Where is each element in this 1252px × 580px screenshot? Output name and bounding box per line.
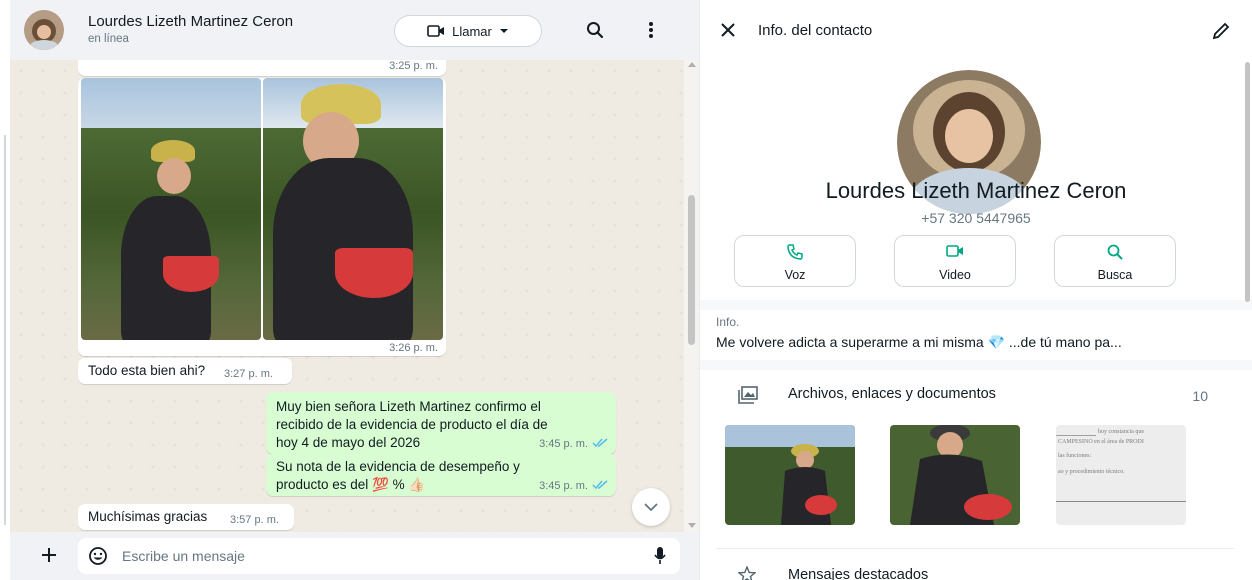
message-time: 3:27 p. m. (224, 368, 273, 380)
message-time: 3:57 p. m. (230, 514, 279, 526)
video-call-button[interactable]: Video (894, 235, 1016, 287)
message-composer (10, 532, 699, 580)
video-icon (427, 25, 445, 37)
edit-icon[interactable] (1212, 22, 1230, 40)
contact-info-title: Info. del contacto (758, 22, 873, 39)
message-text: Todo esta bien ahi? (88, 363, 206, 378)
message-text-line: Su nota de la evidencia de desempeño y (276, 459, 520, 474)
chat-scrollbar[interactable] (684, 60, 699, 532)
menu-icon[interactable] (639, 18, 663, 42)
video-icon (946, 245, 963, 257)
doc-preview-line: hoy constancia que (1098, 429, 1144, 435)
contact-info-header: Info. del contacto (700, 0, 1252, 60)
message-time: 3:26 p. m. (389, 342, 438, 354)
message-time: 3:45 p. m. (539, 480, 588, 492)
close-icon[interactable] (721, 23, 735, 37)
call-button-label: Llamar (452, 23, 492, 39)
doc-preview-line: CAMPESINO en el área de PRODI (1058, 439, 1144, 445)
contact-full-name: Lourdes Lizeth Martinez Ceron (825, 178, 1127, 203)
message-bubble-out[interactable]: Su nota de la evidencia de desempeño y p… (266, 454, 616, 496)
chat-pane: Lourdes Lizeth Martinez Ceron en línea L… (0, 0, 700, 580)
message-text-line: recibido de la evidencia de producto el … (276, 417, 548, 432)
search-icon[interactable] (583, 18, 607, 42)
section-divider (700, 360, 1252, 370)
message-photo-2[interactable] (263, 78, 443, 340)
files-links-docs-row[interactable]: Archivos, enlaces y documentos 10 (700, 376, 1252, 414)
read-ticks-icon (592, 480, 608, 490)
message-list[interactable]: 3:25 p. m. 3:26 p. m. Todo esta bien ahi… (10, 60, 684, 532)
voice-call-label: Voz (784, 268, 806, 282)
message-text-line: Muy bien señora Lizeth Martinez confirmo… (276, 399, 541, 414)
chevron-down-icon (644, 503, 658, 511)
about-label: Info. (716, 315, 740, 329)
search-icon (1107, 244, 1123, 260)
contact-status: en línea (88, 33, 129, 45)
left-scrollbar[interactable] (0, 0, 10, 580)
doc-preview-line: ao y procedimiento técnico. (1058, 469, 1125, 475)
chat-header[interactable]: Lourdes Lizeth Martinez Ceron en línea L… (10, 0, 699, 60)
avatar[interactable] (24, 10, 64, 50)
chevron-down-icon (499, 29, 508, 33)
star-icon (738, 566, 756, 580)
document-thumbnail[interactable]: hoy constancia que CAMPESINO en el área … (1056, 425, 1186, 525)
starred-messages-row[interactable]: Mensajes destacados (788, 567, 928, 580)
contact-name[interactable]: Lourdes Lizeth Martinez Ceron (88, 13, 293, 30)
message-bubble-in[interactable]: Muchísimas gracias 3:57 p. m. (78, 504, 294, 530)
search-chat-button[interactable]: Busca (1054, 235, 1176, 287)
scroll-to-bottom-button[interactable] (632, 488, 670, 526)
media-thumbnail-2[interactable] (890, 425, 1020, 525)
message-input-box[interactable] (78, 538, 680, 574)
message-bubble-out[interactable]: Muy bien señora Lizeth Martinez confirmo… (266, 392, 616, 454)
call-button[interactable]: Llamar (394, 15, 542, 47)
files-count: 10 (1192, 388, 1208, 404)
contact-info-pane: Info. del contacto Lourdes Lizeth Martin… (700, 0, 1252, 580)
message-text: Su nota de la evidencia de desempeño y p… (276, 458, 520, 494)
section-divider (716, 548, 1234, 549)
message-bubble-in[interactable]: Todo esta bien ahi? 3:27 p. m. (78, 358, 292, 384)
message-text: Muy bien señora Lizeth Martinez confirmo… (276, 398, 548, 452)
phone-icon (787, 244, 803, 260)
message-bubble-in[interactable]: 3:25 p. m. (78, 60, 446, 76)
contact-phone: +57 320 5447965 (921, 210, 1031, 226)
whatsapp-window: Lourdes Lizeth Martinez Ceron en línea L… (0, 0, 1252, 580)
plus-icon[interactable] (40, 546, 58, 564)
media-thumbnail-1[interactable] (725, 425, 855, 525)
message-time: 3:45 p. m. (539, 438, 588, 450)
read-ticks-icon (592, 438, 608, 448)
message-text: Muchísimas gracias (88, 509, 208, 524)
media-icon (738, 386, 758, 404)
search-chat-label: Busca (1097, 268, 1133, 282)
video-call-label: Video (939, 268, 971, 282)
doc-preview-line: las funciones: (1058, 453, 1092, 459)
microphone-icon[interactable] (654, 546, 666, 566)
voice-call-button[interactable]: Voz (734, 235, 856, 287)
info-scrollbar[interactable] (1242, 60, 1252, 580)
emoji-icon[interactable] (88, 546, 108, 566)
message-input[interactable] (122, 538, 602, 574)
message-time: 3:25 p. m. (389, 60, 438, 72)
about-text: Me volvere adicta a superarme a mi misma… (716, 334, 1122, 350)
message-text-line: hoy 4 de mayo del 2026 (276, 435, 421, 450)
message-text-line: producto es del 💯 % 👍🏻 (276, 477, 426, 492)
files-links-docs-label: Archivos, enlaces y documentos (788, 386, 996, 402)
section-divider (700, 300, 1252, 310)
image-message-bubble[interactable]: 3:26 p. m. (78, 78, 446, 356)
message-photo-1[interactable] (81, 78, 261, 340)
